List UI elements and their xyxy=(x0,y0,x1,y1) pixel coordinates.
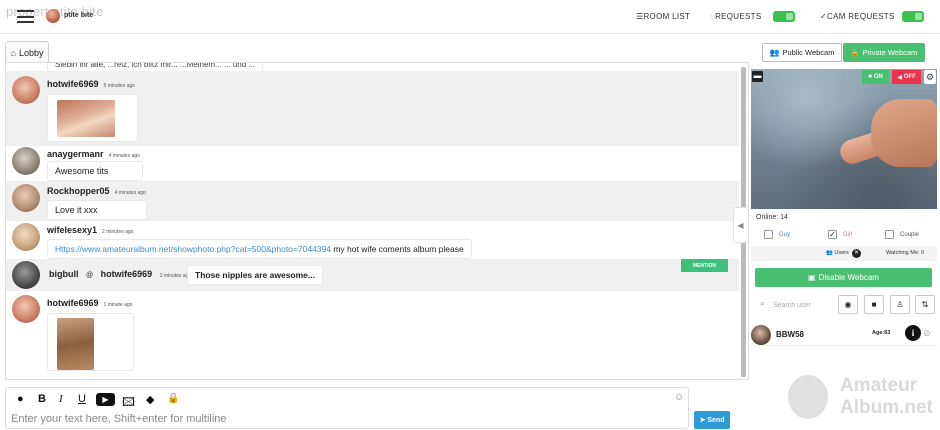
bold-icon[interactable]: B xyxy=(38,393,46,405)
avatar[interactable] xyxy=(12,261,40,289)
message-text: Awesome tits xyxy=(47,161,143,181)
image-message[interactable] xyxy=(47,94,138,142)
info-icon[interactable]: i xyxy=(905,325,921,341)
message-text: Love it xxx xyxy=(47,200,147,220)
nav-requests[interactable]: ◌REQUESTS xyxy=(710,12,761,21)
camera-icon: ■ xyxy=(868,74,872,80)
chevron-left-icon: ◀ xyxy=(737,220,744,230)
mention-badge: MENTION xyxy=(681,259,728,272)
site-watermark: Amateur Album.net xyxy=(788,373,933,421)
watching-count: Watching Me: 0 xyxy=(886,250,925,256)
eye-icon: ◉ xyxy=(844,300,852,309)
chat-messages[interactable]: Siebin ihr alle, ...reiz, ich blitz mir.… xyxy=(5,62,749,380)
requests-toggle[interactable] xyxy=(773,11,795,22)
chat-message: hotwife6969 5 minutes ago xyxy=(6,71,739,146)
lock-icon[interactable]: 🔒 xyxy=(167,393,179,404)
underline-icon[interactable]: U xyxy=(78,393,86,405)
send-button[interactable]: ➤ Send xyxy=(694,411,730,429)
message-link[interactable]: Https://www.amateuralbum.net/showphoto.p… xyxy=(55,244,331,254)
filter-couple[interactable]: Couple xyxy=(885,230,919,239)
cam-filter-button[interactable]: ■ xyxy=(864,295,884,314)
online-count: Online: 14 xyxy=(756,214,788,221)
emoji-icon[interactable]: ☺ xyxy=(674,392,684,403)
hidden-eye-icon[interactable]: ✕ xyxy=(852,249,861,258)
private-webcam-button[interactable]: 🔒 Private Webcam xyxy=(843,43,925,62)
message-text: Those nipples are awesome... xyxy=(187,265,323,285)
message-input[interactable] xyxy=(11,411,651,427)
photo-thumbnail[interactable] xyxy=(57,100,115,137)
webcam-on-button[interactable]: ■ ON xyxy=(862,70,889,84)
users-icon: 👥 xyxy=(826,250,833,256)
user-filter-button[interactable]: ♙ xyxy=(890,295,910,314)
top-bar: propert ptite bite ptite bite ☰ROOM LIST… xyxy=(0,0,940,34)
tab-lobby[interactable]: ⌂ Lobby xyxy=(5,41,49,63)
guy-checkbox[interactable] xyxy=(764,230,773,239)
user-name[interactable]: BBW58 xyxy=(776,330,804,339)
menu-icon[interactable] xyxy=(17,10,34,23)
webcam-video[interactable] xyxy=(751,69,937,209)
message-username[interactable]: Rockhopper05 4 minutes ago xyxy=(47,186,146,196)
nav-room-list[interactable]: ☰ROOM LIST xyxy=(636,12,690,21)
photo-thumbnail[interactable] xyxy=(57,318,94,370)
user-icon: ♙ xyxy=(896,300,904,309)
message-username[interactable]: bigbull @ hotwife6969 2 minutes ago xyxy=(49,269,191,279)
search-user-input[interactable] xyxy=(773,299,829,311)
search-icon: ⌕ xyxy=(760,298,766,308)
brand-name[interactable]: ptite bite xyxy=(64,12,93,19)
couple-checkbox[interactable] xyxy=(885,230,894,239)
settings-gear-icon[interactable]: ⚙ xyxy=(924,70,936,84)
users-icon: 👥 xyxy=(769,48,780,57)
image-message[interactable] xyxy=(47,313,134,371)
italic-icon[interactable]: I xyxy=(59,393,63,405)
check-icon: ✓ xyxy=(820,12,828,21)
chat-message: anaygermanr 4 minutes ago Awesome tits xyxy=(6,145,739,181)
collapse-panel-handle[interactable]: ◀ xyxy=(733,207,747,243)
message-composer: ● B I U ▶ 🖾 ◆ 🔒 ☺ xyxy=(5,387,689,429)
message-username[interactable]: hotwife6969 5 minutes ago xyxy=(47,79,135,89)
avatar[interactable] xyxy=(12,184,40,212)
sort-button[interactable]: ⇅ xyxy=(915,295,935,314)
avatar[interactable] xyxy=(12,147,40,175)
avatar[interactable] xyxy=(12,223,40,251)
mentioned-user[interactable]: hotwife6969 xyxy=(101,269,153,279)
hide-eye-icon[interactable]: ⊘ xyxy=(923,328,931,339)
cam-requests-toggle[interactable] xyxy=(902,11,924,22)
nav-cam-requests[interactable]: ✓CAM REQUESTS xyxy=(820,12,895,21)
user-list-item[interactable]: BBW58 Age:63 i ⊘ xyxy=(751,322,937,346)
message-text: Https://www.amateuralbum.net/showphoto.p… xyxy=(47,239,472,259)
brand-logo[interactable] xyxy=(46,9,60,23)
home-icon: ⌂ xyxy=(10,47,16,58)
youtube-icon[interactable]: ▶ xyxy=(96,393,115,406)
camera-off-icon: ▣ xyxy=(808,273,816,282)
message-username[interactable]: wifelesexy1 2 minutes ago xyxy=(47,225,133,235)
video-camera-icon: ■ xyxy=(871,300,877,309)
filter-girl[interactable]: ✓ Girl xyxy=(828,230,852,239)
eraser-icon[interactable]: ◆ xyxy=(146,393,154,406)
chat-message: Rockhopper05 4 minutes ago Love it xxx xyxy=(6,181,739,221)
avatar[interactable] xyxy=(751,325,771,345)
users-label: 👥 Users xyxy=(826,250,849,256)
disable-webcam-button[interactable]: ▣ Disable Webcam xyxy=(755,268,932,287)
sort-icon: ⇅ xyxy=(921,300,929,309)
color-dot-icon[interactable]: ● xyxy=(17,393,24,405)
view-filter-button[interactable]: ◉ xyxy=(838,295,858,314)
public-webcam-button[interactable]: 👥 Public Webcam xyxy=(762,43,842,62)
user-age: Age:63 xyxy=(872,330,891,336)
chat-message-mention: bigbull @ hotwife6969 2 minutes ago Thos… xyxy=(6,259,739,291)
girl-checkbox[interactable]: ✓ xyxy=(828,230,837,239)
message-username[interactable]: hotwife6969 1 minute ago xyxy=(47,298,132,308)
chat-message: hotwife6969 1 minute ago xyxy=(6,291,739,375)
minimize-icon[interactable]: ▬ xyxy=(752,71,763,82)
avatar[interactable] xyxy=(12,295,40,323)
message-username[interactable]: anaygermanr 4 minutes ago xyxy=(47,149,140,159)
mute-icon: ◀ xyxy=(897,74,902,81)
chat-message: wifelesexy1 2 minutes ago Https://www.ama… xyxy=(6,221,739,261)
send-icon: ➤ xyxy=(699,417,706,424)
lock-icon: 🔒 xyxy=(850,49,860,57)
avatar[interactable] xyxy=(12,76,40,104)
webcam-off-button[interactable]: ◀ OFF xyxy=(892,70,921,84)
filter-guy[interactable]: Guy xyxy=(764,230,790,239)
